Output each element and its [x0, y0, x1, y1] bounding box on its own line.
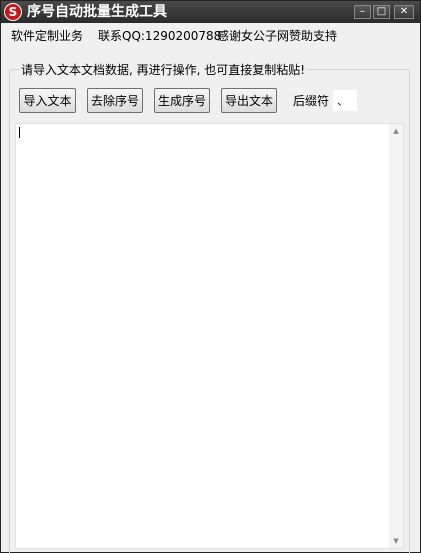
app-window: S 序号自动批量生成工具 – □ ✕ 软件定制业务 联系QQ:129020078…	[0, 0, 421, 553]
app-logo-icon: S	[4, 3, 22, 21]
text-editor[interactable]: ▲ ▼	[15, 123, 404, 549]
title-bar[interactable]: S 序号自动批量生成工具 – □ ✕	[1, 1, 420, 23]
close-button[interactable]: ✕	[394, 5, 414, 19]
contact-qq-text: 联系QQ:1290200788	[98, 29, 222, 43]
remove-number-button[interactable]: 去除序号	[87, 88, 143, 113]
import-text-button[interactable]: 导入文本	[19, 88, 76, 113]
groupbox-legend: 请导入文本文档数据, 再进行操作, 也可直接复制粘贴!	[19, 62, 308, 78]
vertical-scrollbar[interactable]: ▲ ▼	[389, 124, 403, 548]
scroll-down-arrow-icon[interactable]: ▼	[389, 535, 403, 547]
window-title: 序号自动批量生成工具	[27, 4, 167, 20]
custom-software-text: 软件定制业务	[11, 29, 84, 43]
sponsor-thanks-text: 感谢女公子网赞助支持	[217, 29, 338, 43]
minimize-button[interactable]: –	[354, 5, 371, 19]
info-bar: 软件定制业务 联系QQ:1290200788 感谢女公子网赞助支持	[1, 25, 420, 47]
generate-number-button[interactable]: 生成序号	[154, 88, 210, 113]
export-text-button[interactable]: 导出文本	[221, 88, 277, 113]
suffix-input[interactable]	[332, 89, 358, 112]
suffix-label: 后缀符	[293, 94, 330, 108]
scroll-up-arrow-icon[interactable]: ▲	[389, 125, 403, 137]
text-caret	[19, 127, 20, 138]
maximize-button[interactable]: □	[373, 5, 390, 19]
